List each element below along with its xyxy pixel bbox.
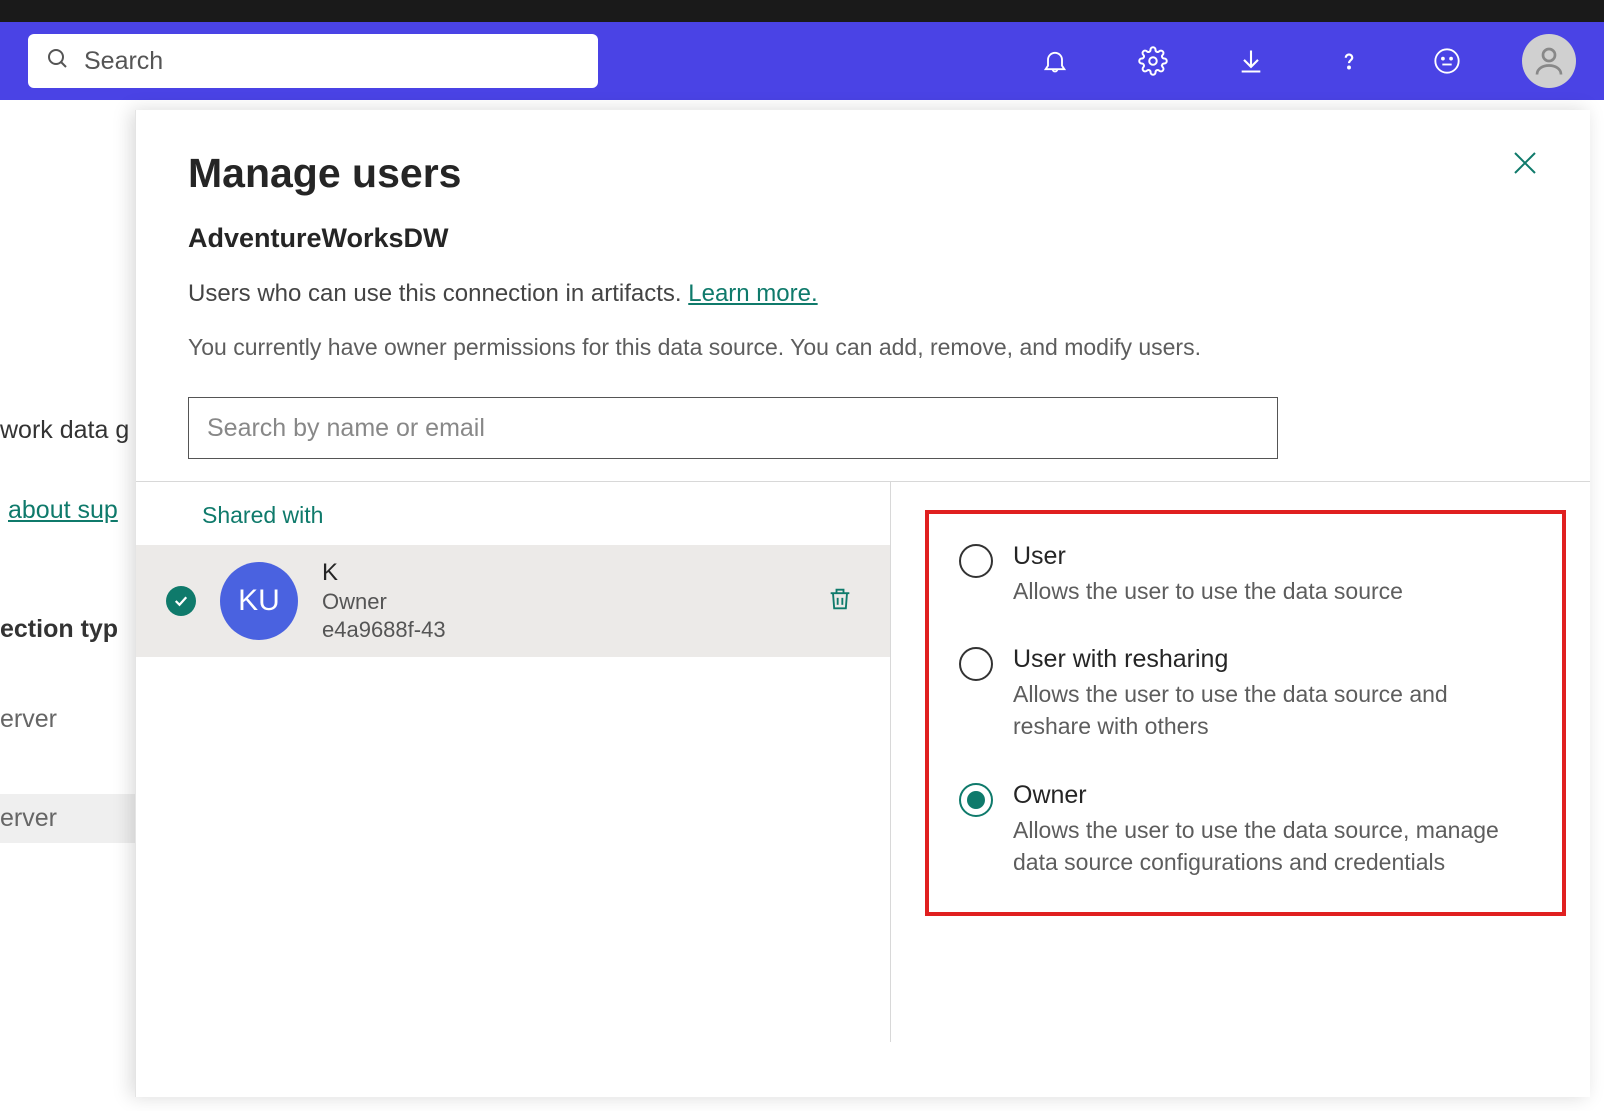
role-option-owner[interactable]: Owner Allows the user to use the data so…	[959, 781, 1532, 878]
panel-title: Manage users	[188, 150, 1538, 197]
delete-user-button[interactable]	[820, 579, 860, 624]
panel-description-text: Users who can use this connection in art…	[188, 280, 688, 307]
user-list-item[interactable]: KU K Owner e4a9688f-43	[136, 545, 890, 657]
role-description: Allows the user to use the data source, …	[1013, 814, 1532, 878]
close-button[interactable]	[1510, 148, 1546, 184]
role-selector-pane: User Allows the user to use the data sou…	[891, 482, 1590, 1042]
bg-text-fragment: ection typ	[0, 615, 118, 644]
search-icon	[46, 47, 70, 76]
radio-icon[interactable]	[959, 544, 993, 578]
bg-text-fragment: erver	[0, 705, 57, 734]
role-option-user-resharing[interactable]: User with resharing Allows the user to u…	[959, 645, 1532, 742]
role-description: Allows the user to use the data source	[1013, 575, 1403, 607]
global-search-input[interactable]	[84, 47, 580, 76]
window-titlebar	[0, 0, 1604, 22]
check-icon	[166, 586, 196, 616]
role-title: User	[1013, 542, 1403, 571]
bg-link-fragment[interactable]: about sup	[8, 496, 118, 525]
roles-highlight-box: User Allows the user to use the data sou…	[925, 510, 1566, 916]
global-search[interactable]	[28, 34, 598, 88]
help-icon[interactable]	[1322, 34, 1376, 88]
user-id: e4a9688f-43	[322, 617, 796, 643]
radio-icon[interactable]	[959, 783, 993, 817]
download-icon[interactable]	[1224, 34, 1278, 88]
permissions-note: You currently have owner permissions for…	[188, 334, 1538, 361]
bg-text-fragment: erver	[0, 794, 135, 843]
user-name: K	[322, 559, 796, 587]
search-users-input[interactable]	[188, 397, 1278, 459]
bg-text-fragment: work data g	[0, 416, 129, 445]
manage-users-panel: Manage users AdventureWorksDW Users who …	[135, 110, 1590, 1097]
settings-icon[interactable]	[1126, 34, 1180, 88]
user-avatar-header[interactable]	[1522, 34, 1576, 88]
radio-icon[interactable]	[959, 647, 993, 681]
learn-more-link[interactable]: Learn more.	[688, 280, 817, 307]
panel-subtitle: AdventureWorksDW	[188, 223, 1538, 254]
users-list-pane: Shared with KU K Owner e4a9688f-43	[136, 482, 891, 1042]
notifications-icon[interactable]	[1028, 34, 1082, 88]
role-description: Allows the user to use the data source a…	[1013, 678, 1532, 742]
role-option-user[interactable]: User Allows the user to use the data sou…	[959, 542, 1532, 607]
tab-shared-with[interactable]: Shared with	[202, 502, 323, 528]
user-avatar: KU	[220, 562, 298, 640]
panel-description: Users who can use this connection in art…	[188, 276, 1538, 312]
role-title: User with resharing	[1013, 645, 1532, 674]
app-header	[0, 22, 1604, 100]
feedback-icon[interactable]	[1420, 34, 1474, 88]
role-title: Owner	[1013, 781, 1532, 810]
user-role: Owner	[322, 589, 796, 615]
